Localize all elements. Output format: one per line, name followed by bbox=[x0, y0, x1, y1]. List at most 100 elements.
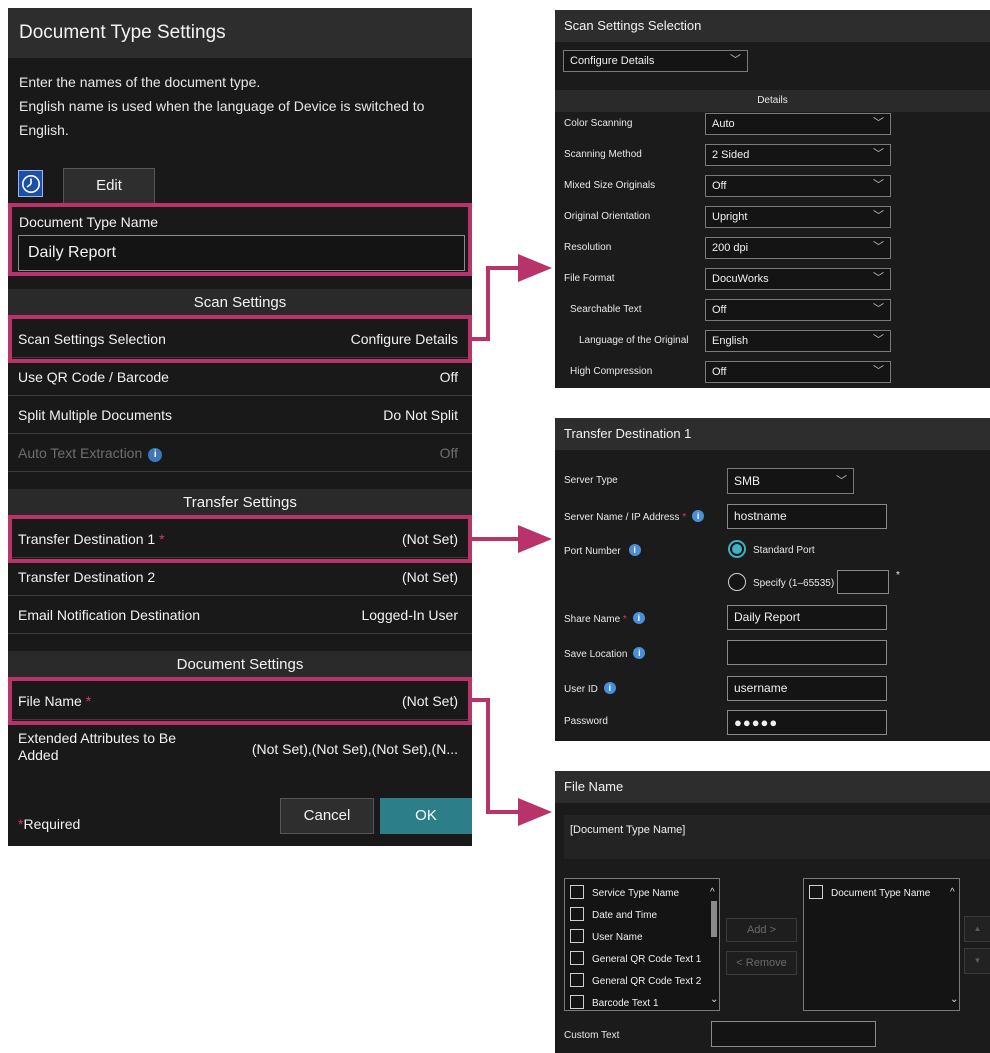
color-scanning-dropdown[interactable]: Auto ﹀ bbox=[705, 113, 891, 135]
dropdown-value: Auto bbox=[712, 118, 735, 130]
add-button[interactable]: Add > bbox=[726, 918, 797, 942]
user-id-label-text: User ID bbox=[564, 684, 598, 695]
list-item-label: Document Type Name bbox=[831, 888, 931, 899]
scroll-down-icon[interactable]: ⌄ bbox=[710, 994, 718, 1005]
dropdown-value: Configure Details bbox=[570, 55, 655, 67]
dropdown-value: English bbox=[712, 335, 749, 347]
specify-port-label: Specify (1–65535) bbox=[753, 578, 835, 589]
list-item[interactable]: Service Type Name bbox=[570, 885, 679, 899]
standard-port-radio[interactable] bbox=[728, 540, 746, 558]
checkbox[interactable] bbox=[570, 951, 584, 965]
save-location-input[interactable] bbox=[727, 640, 887, 665]
share-name-input[interactable]: Daily Report bbox=[727, 605, 887, 630]
triangle-down-icon: ▼ bbox=[973, 956, 982, 965]
list-item-label: Date and Time bbox=[592, 910, 658, 921]
scroll-up-icon[interactable]: ^ bbox=[710, 887, 715, 898]
mixed-size-dropdown[interactable]: Off ﹀ bbox=[705, 175, 891, 197]
arrow-head-transfer bbox=[518, 525, 552, 553]
checkbox[interactable] bbox=[570, 929, 584, 943]
checkbox[interactable] bbox=[570, 995, 584, 1009]
list-item-label: User Name bbox=[592, 932, 643, 943]
orientation-dropdown[interactable]: Upright ﹀ bbox=[705, 206, 891, 228]
chevron-down-icon: ﹀ bbox=[730, 54, 741, 66]
user-id-input[interactable]: username bbox=[727, 676, 887, 701]
list-item-label: Service Type Name bbox=[592, 888, 680, 899]
info-icon[interactable]: i bbox=[692, 510, 705, 522]
required-marker: * bbox=[622, 614, 627, 625]
move-down-button[interactable]: ▼ bbox=[964, 948, 990, 974]
info-icon[interactable]: i bbox=[633, 647, 646, 659]
chevron-down-icon: ﹀ bbox=[873, 272, 884, 284]
scrollbar-thumb[interactable] bbox=[711, 901, 717, 937]
dropdown-value: SMB bbox=[734, 474, 761, 488]
add-button-label: Add bbox=[746, 924, 767, 936]
chevron-down-icon: ﹀ bbox=[873, 334, 884, 346]
server-name-input[interactable]: hostname bbox=[727, 504, 887, 529]
available-items-list[interactable]: Service Type Name Date and Time User Nam… bbox=[564, 878, 720, 1011]
custom-text-label: Custom Text bbox=[564, 1030, 620, 1041]
info-icon[interactable]: i bbox=[603, 682, 616, 694]
server-type-label: Server Type bbox=[564, 475, 618, 486]
file-name-preview: [Document Type Name] bbox=[564, 815, 990, 859]
list-item[interactable]: Document Type Name bbox=[809, 885, 930, 899]
file-format-dropdown[interactable]: DocuWorks ﹀ bbox=[705, 268, 891, 290]
server-name-label: Server Name / IP Address * i bbox=[564, 510, 705, 523]
dropdown-value: Off bbox=[712, 180, 727, 192]
selected-items-list[interactable]: Document Type Name ^ ⌄ bbox=[803, 878, 960, 1011]
share-name-label-text: Share Name bbox=[564, 614, 621, 625]
scan-settings-panel: Scan Settings Selection Configure Detail… bbox=[555, 10, 990, 388]
chevron-down-icon: ﹀ bbox=[873, 117, 884, 129]
port-number-input[interactable] bbox=[837, 570, 889, 594]
scroll-up-icon[interactable]: ^ bbox=[950, 887, 955, 898]
list-item[interactable]: Barcode Text 1 bbox=[570, 995, 659, 1009]
checkbox[interactable] bbox=[570, 885, 584, 899]
list-item[interactable]: General QR Code Text 1 bbox=[570, 951, 701, 965]
chevron-down-icon: ﹀ bbox=[873, 365, 884, 377]
move-up-button[interactable]: ▲ bbox=[964, 916, 990, 942]
high-compression-dropdown[interactable]: Off ﹀ bbox=[705, 361, 891, 383]
triangle-up-icon: ▲ bbox=[973, 924, 982, 933]
server-type-dropdown[interactable]: SMB ﹀ bbox=[727, 468, 854, 494]
standard-port-label: Standard Port bbox=[753, 545, 815, 556]
custom-text-input[interactable] bbox=[711, 1021, 876, 1047]
checkbox[interactable] bbox=[570, 973, 584, 987]
remove-button[interactable]: < Remove bbox=[726, 951, 797, 975]
password-label: Password bbox=[564, 716, 608, 727]
transfer-destination-panel: Transfer Destination 1 Server Type SMB ﹀ … bbox=[555, 418, 990, 741]
user-id-label: User ID i bbox=[564, 682, 616, 695]
transfer-panel-title: Transfer Destination 1 bbox=[555, 418, 990, 450]
specify-port-radio[interactable] bbox=[728, 573, 746, 591]
checkbox[interactable] bbox=[809, 885, 823, 899]
language-dropdown[interactable]: English ﹀ bbox=[705, 330, 891, 352]
scanning-method-dropdown[interactable]: 2 Sided ﹀ bbox=[705, 144, 891, 166]
resolution-dropdown[interactable]: 200 dpi ﹀ bbox=[705, 237, 891, 259]
save-location-label-text: Save Location bbox=[564, 649, 628, 660]
file-name-panel: File Name [Document Type Name] Service T… bbox=[555, 771, 990, 1053]
info-icon[interactable]: i bbox=[628, 544, 641, 556]
list-item-label: General QR Code Text 1 bbox=[592, 954, 702, 965]
arrow-line-scan bbox=[472, 266, 520, 341]
chevron-down-icon: ﹀ bbox=[873, 210, 884, 222]
orientation-label: Original Orientation bbox=[564, 211, 651, 222]
list-item-label: General QR Code Text 2 bbox=[592, 976, 702, 987]
scroll-down-icon[interactable]: ⌄ bbox=[950, 994, 958, 1005]
scan-panel-title: Scan Settings Selection bbox=[555, 10, 990, 42]
scan-settings-dropdown[interactable]: Configure Details ﹀ bbox=[563, 50, 748, 72]
color-scanning-label: Color Scanning bbox=[564, 118, 633, 129]
server-name-label-text: Server Name / IP Address bbox=[564, 512, 680, 523]
port-number-label: Port Number i bbox=[564, 544, 641, 557]
share-name-label: Share Name * i bbox=[564, 612, 645, 625]
list-item[interactable]: User Name bbox=[570, 929, 643, 943]
chevron-down-icon: ﹀ bbox=[873, 303, 884, 315]
chevron-down-icon: ﹀ bbox=[836, 475, 847, 487]
searchable-text-dropdown[interactable]: Off ﹀ bbox=[705, 299, 891, 321]
list-item[interactable]: General QR Code Text 2 bbox=[570, 973, 701, 987]
details-header: Details bbox=[555, 90, 990, 112]
checkbox[interactable] bbox=[570, 907, 584, 921]
arrow-head-file bbox=[518, 798, 552, 826]
info-icon[interactable]: i bbox=[632, 612, 645, 624]
list-item-label: Barcode Text 1 bbox=[592, 998, 659, 1009]
remove-button-label: Remove bbox=[745, 957, 787, 969]
password-input[interactable]: ●●●●● bbox=[727, 710, 887, 735]
list-item[interactable]: Date and Time bbox=[570, 907, 657, 921]
